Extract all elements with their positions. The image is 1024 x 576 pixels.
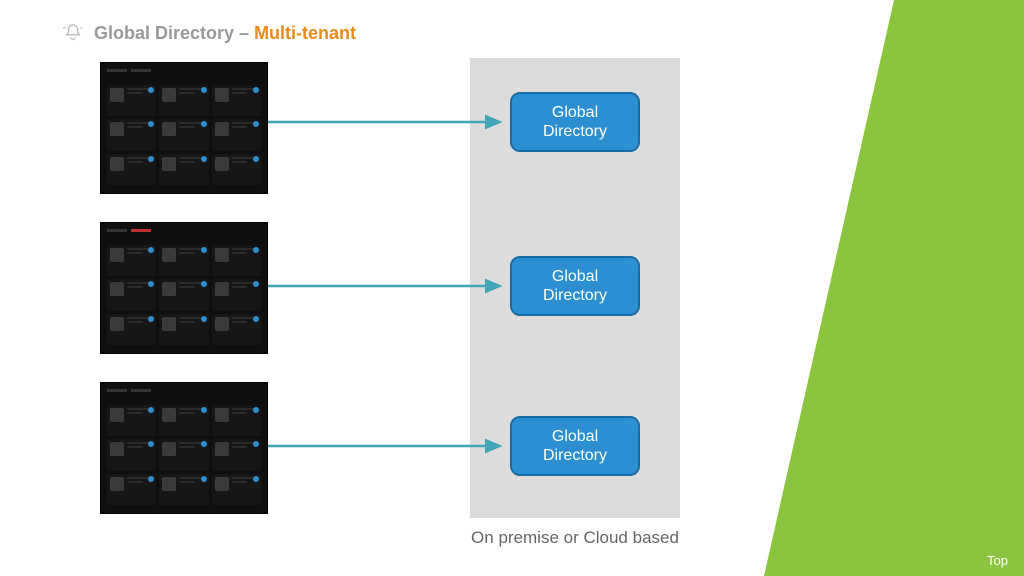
title-part2: Multi-tenant (254, 23, 356, 43)
slide-title: Global Directory – Multi-tenant (94, 23, 356, 44)
gd-label: Directory (543, 122, 607, 141)
bell-icon (62, 22, 84, 44)
gd-label: Global (552, 103, 598, 122)
gd-label: Directory (543, 446, 607, 465)
global-directory-box-1: Global Directory (510, 92, 640, 152)
gd-label: Global (552, 427, 598, 446)
global-directory-box-2: Global Directory (510, 256, 640, 316)
tenant-screenshot-3 (100, 382, 268, 514)
container-caption: On premise or Cloud based (470, 528, 680, 548)
decorative-green-shape (764, 0, 1024, 576)
global-directory-box-3: Global Directory (510, 416, 640, 476)
tenant-screenshot-1 (100, 62, 268, 194)
tenant-screenshot-2 (100, 222, 268, 354)
gd-label: Directory (543, 286, 607, 305)
slide-header: Global Directory – Multi-tenant (62, 22, 356, 44)
title-part1: Global Directory – (94, 23, 254, 43)
gd-label: Global (552, 267, 598, 286)
top-link[interactable]: Top (987, 553, 1008, 568)
